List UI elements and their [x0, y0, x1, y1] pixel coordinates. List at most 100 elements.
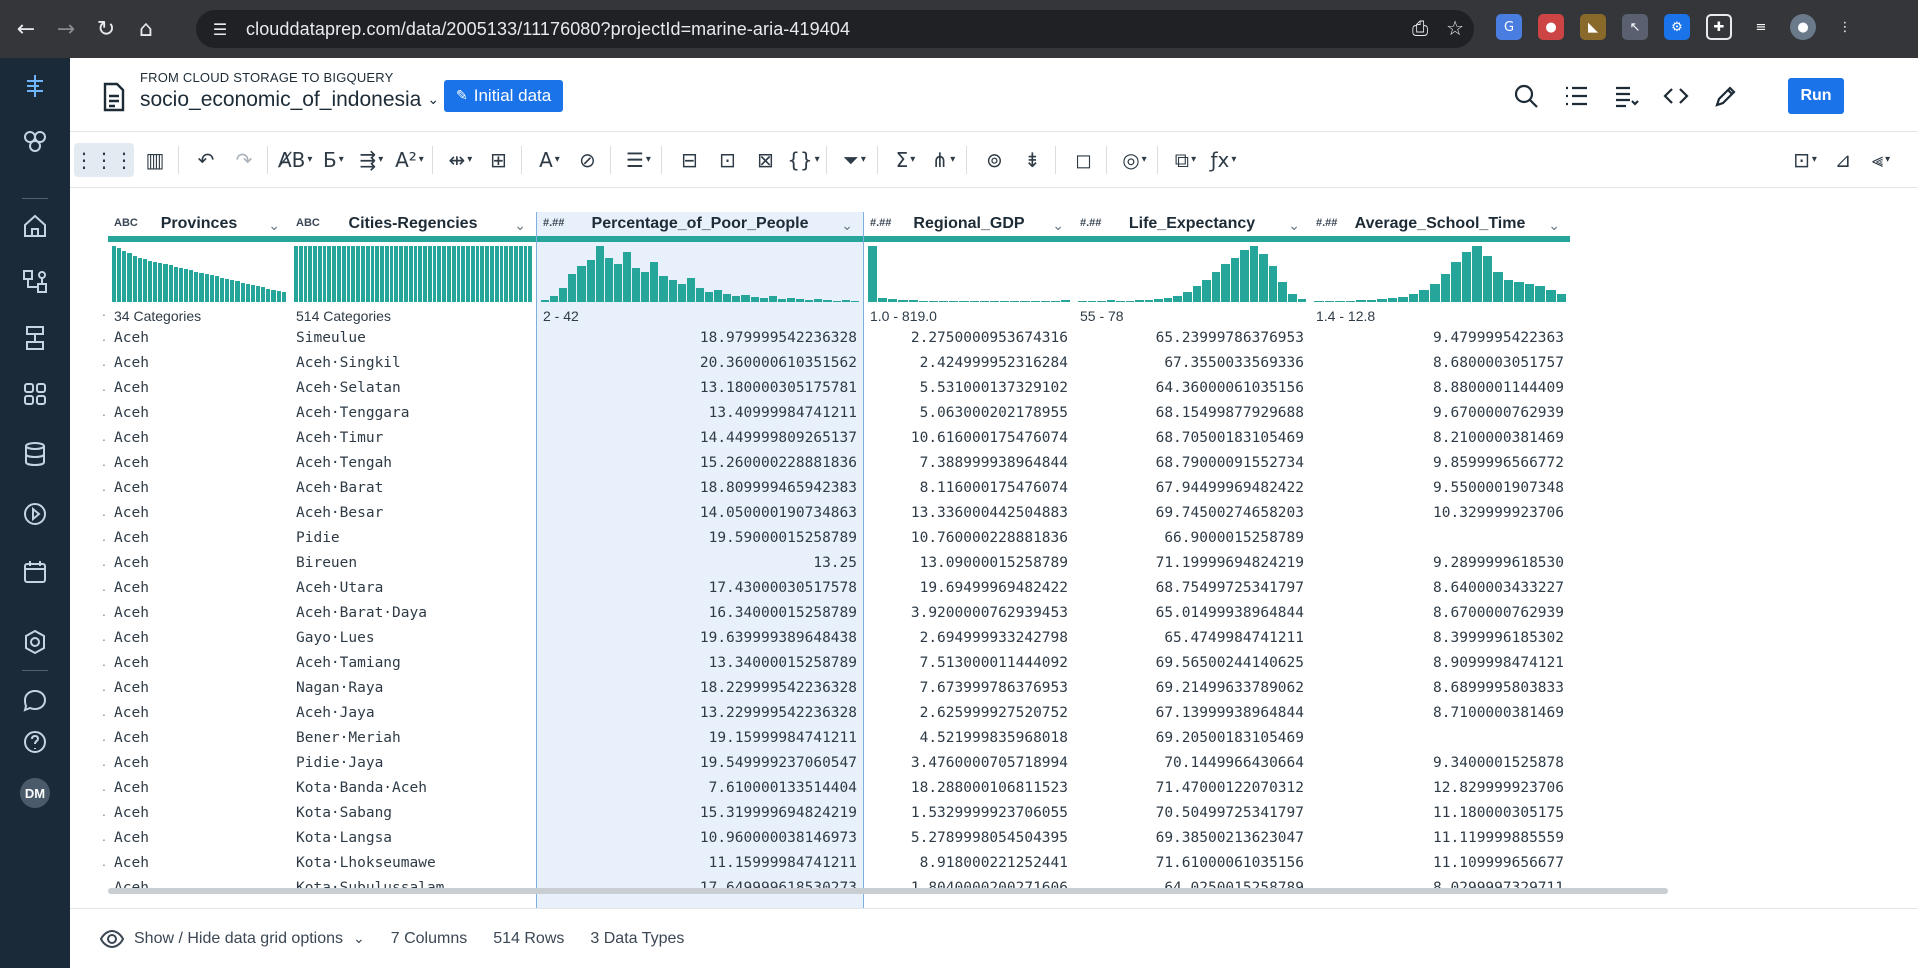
forward-icon[interactable]: →	[52, 15, 80, 43]
histogram-bar[interactable]	[1324, 301, 1335, 302]
code-icon[interactable]	[1662, 82, 1690, 110]
histogram-bar[interactable]	[235, 281, 240, 302]
histogram-bar[interactable]	[475, 246, 480, 302]
macro-icon[interactable]: ⧉ ▾	[1168, 143, 1202, 177]
histogram-bar[interactable]	[427, 246, 432, 302]
back-icon[interactable]: ←	[12, 15, 40, 43]
histogram-bar[interactable]	[189, 270, 194, 302]
split-column-icon[interactable]: ⇹ ▾	[443, 143, 477, 177]
column-menu-chevron-icon[interactable]: ⌄	[1052, 218, 1064, 234]
histogram-bar[interactable]	[668, 280, 677, 302]
histogram-bar[interactable]	[939, 301, 949, 302]
jobs-icon[interactable]	[15, 494, 55, 534]
histogram-bar[interactable]	[1183, 292, 1192, 302]
table-cell[interactable]: Aceh	[108, 576, 290, 601]
histogram-bar[interactable]	[823, 300, 832, 302]
histogram-bar[interactable]	[1163, 298, 1173, 302]
histogram-bar[interactable]	[1135, 300, 1144, 302]
histogram-bar[interactable]	[1097, 301, 1106, 302]
table-cell[interactable]: 3.4760000705718994	[864, 751, 1074, 776]
histogram-bar[interactable]	[1030, 301, 1040, 302]
table-cell[interactable]: 11.109999656677	[1310, 851, 1570, 876]
table-cell[interactable]: 8.9099998474121	[1310, 651, 1570, 676]
histogram-bar[interactable]	[741, 295, 750, 302]
histogram-bar[interactable]	[568, 274, 577, 302]
table-cell[interactable]: 7.673999786376953	[864, 676, 1074, 701]
settings-icon[interactable]	[15, 622, 55, 662]
histogram-bar[interactable]	[394, 246, 399, 302]
column-histogram[interactable]	[537, 242, 863, 306]
table-cell[interactable]: 14.449999809265137	[537, 426, 863, 451]
profile-avatar-icon[interactable]: ●	[1790, 14, 1816, 40]
column-header[interactable]: ABC Provinces ⌄	[108, 212, 290, 242]
histogram-bar[interactable]	[389, 246, 394, 302]
format-text-icon[interactable]: Ƃ ▾	[316, 143, 350, 177]
histogram-bar[interactable]	[1125, 301, 1135, 302]
run-button[interactable]: Run	[1788, 78, 1844, 114]
histogram-bar[interactable]	[1288, 294, 1297, 302]
extensions-puzzle-icon[interactable]: ✚	[1706, 14, 1732, 40]
table-cell[interactable]: Aceh	[108, 401, 290, 426]
histogram-bar[interactable]	[641, 272, 650, 302]
histogram-bar[interactable]	[805, 300, 814, 302]
histogram-bar[interactable]	[1106, 300, 1116, 302]
table-cell[interactable]: Aceh	[108, 801, 290, 826]
histogram-bar[interactable]	[240, 283, 245, 302]
table-cell[interactable]: 71.19999694824219	[1074, 551, 1310, 576]
histogram-bar[interactable]	[303, 246, 308, 302]
table-cell[interactable]: 9.2899999618530	[1310, 551, 1570, 576]
table-cell[interactable]: Aceh	[108, 351, 290, 376]
table-cell[interactable]: 19.639999389648438	[537, 626, 863, 651]
histogram-bar[interactable]	[1249, 246, 1259, 302]
histogram-bar[interactable]	[979, 301, 989, 302]
table-cell[interactable]	[1310, 726, 1570, 751]
histogram-bar[interactable]	[704, 292, 714, 302]
table-cell[interactable]: 1.5329999923706055	[864, 801, 1074, 826]
histogram-bar[interactable]	[1419, 290, 1430, 302]
histogram-bar[interactable]	[1230, 258, 1240, 302]
histogram-bar[interactable]	[1387, 298, 1398, 302]
histogram-bar[interactable]	[528, 246, 533, 302]
recipe-steps-icon[interactable]	[1612, 82, 1640, 110]
histogram-bar[interactable]	[370, 246, 375, 302]
table-cell[interactable]: 69.21499633789062	[1074, 676, 1310, 701]
histogram-bar[interactable]	[513, 246, 518, 302]
select-columns-icon[interactable]: ⊡ ▾	[1788, 143, 1822, 177]
histogram-bar[interactable]	[351, 246, 356, 302]
table-cell[interactable]: Aceh	[108, 651, 290, 676]
table-cell[interactable]: Aceh·Barat·Daya	[290, 601, 536, 626]
extract-icon[interactable]: ⇶ ▾	[354, 143, 388, 177]
table-cell[interactable]: 13.229999542236328	[537, 701, 863, 726]
database-icon[interactable]	[15, 434, 55, 474]
table-cell[interactable]: 65.23999786376953	[1074, 326, 1310, 351]
histogram-bar[interactable]	[768, 296, 777, 302]
histogram-bar[interactable]	[271, 290, 276, 302]
column-menu-chevron-icon[interactable]: ⌄	[1548, 218, 1560, 234]
histogram-bar[interactable]	[677, 284, 686, 302]
histogram-bar[interactable]	[230, 280, 235, 302]
histogram-bar[interactable]	[1408, 294, 1419, 302]
table-cell[interactable]: 8.6400003433227	[1310, 576, 1570, 601]
column-average-school-time[interactable]: #.## Average_School_Time ⌄ 1.4 - 12.8 9.4799…	[1310, 212, 1570, 908]
table-cell[interactable]: Kota·Lhokseumawe	[290, 851, 536, 876]
table-cell[interactable]: 9.8599996566772	[1310, 451, 1570, 476]
dataprep-logo-icon[interactable]	[15, 66, 55, 106]
show-hide-grid-options[interactable]: Show / Hide data grid options	[134, 930, 343, 948]
undo-icon[interactable]: ↶	[189, 143, 223, 177]
library-icon[interactable]	[15, 374, 55, 414]
table-cell[interactable]: 9.6700000762939	[1310, 401, 1570, 426]
histogram-bar[interactable]	[850, 301, 859, 302]
column-life-expectancy[interactable]: #.## Life_Expectancy ⌄ 55 - 78 65.2399978637…	[1074, 212, 1310, 908]
histogram-bar[interactable]	[173, 267, 178, 302]
histogram-bar[interactable]	[559, 288, 568, 302]
histogram-bar[interactable]	[604, 258, 613, 302]
column-histogram[interactable]	[108, 242, 290, 306]
table-cell[interactable]: 67.3550033569336	[1074, 351, 1310, 376]
histogram-bar[interactable]	[1087, 301, 1097, 302]
table-cell[interactable]: 64.36000061035156	[1074, 376, 1310, 401]
histogram-bar[interactable]	[281, 292, 286, 302]
histogram-bar[interactable]	[245, 284, 250, 302]
table-cell[interactable]: 68.75499725341797	[1074, 576, 1310, 601]
table-cell[interactable]: 15.319999694824219	[537, 801, 863, 826]
histogram-bar[interactable]	[308, 246, 313, 302]
